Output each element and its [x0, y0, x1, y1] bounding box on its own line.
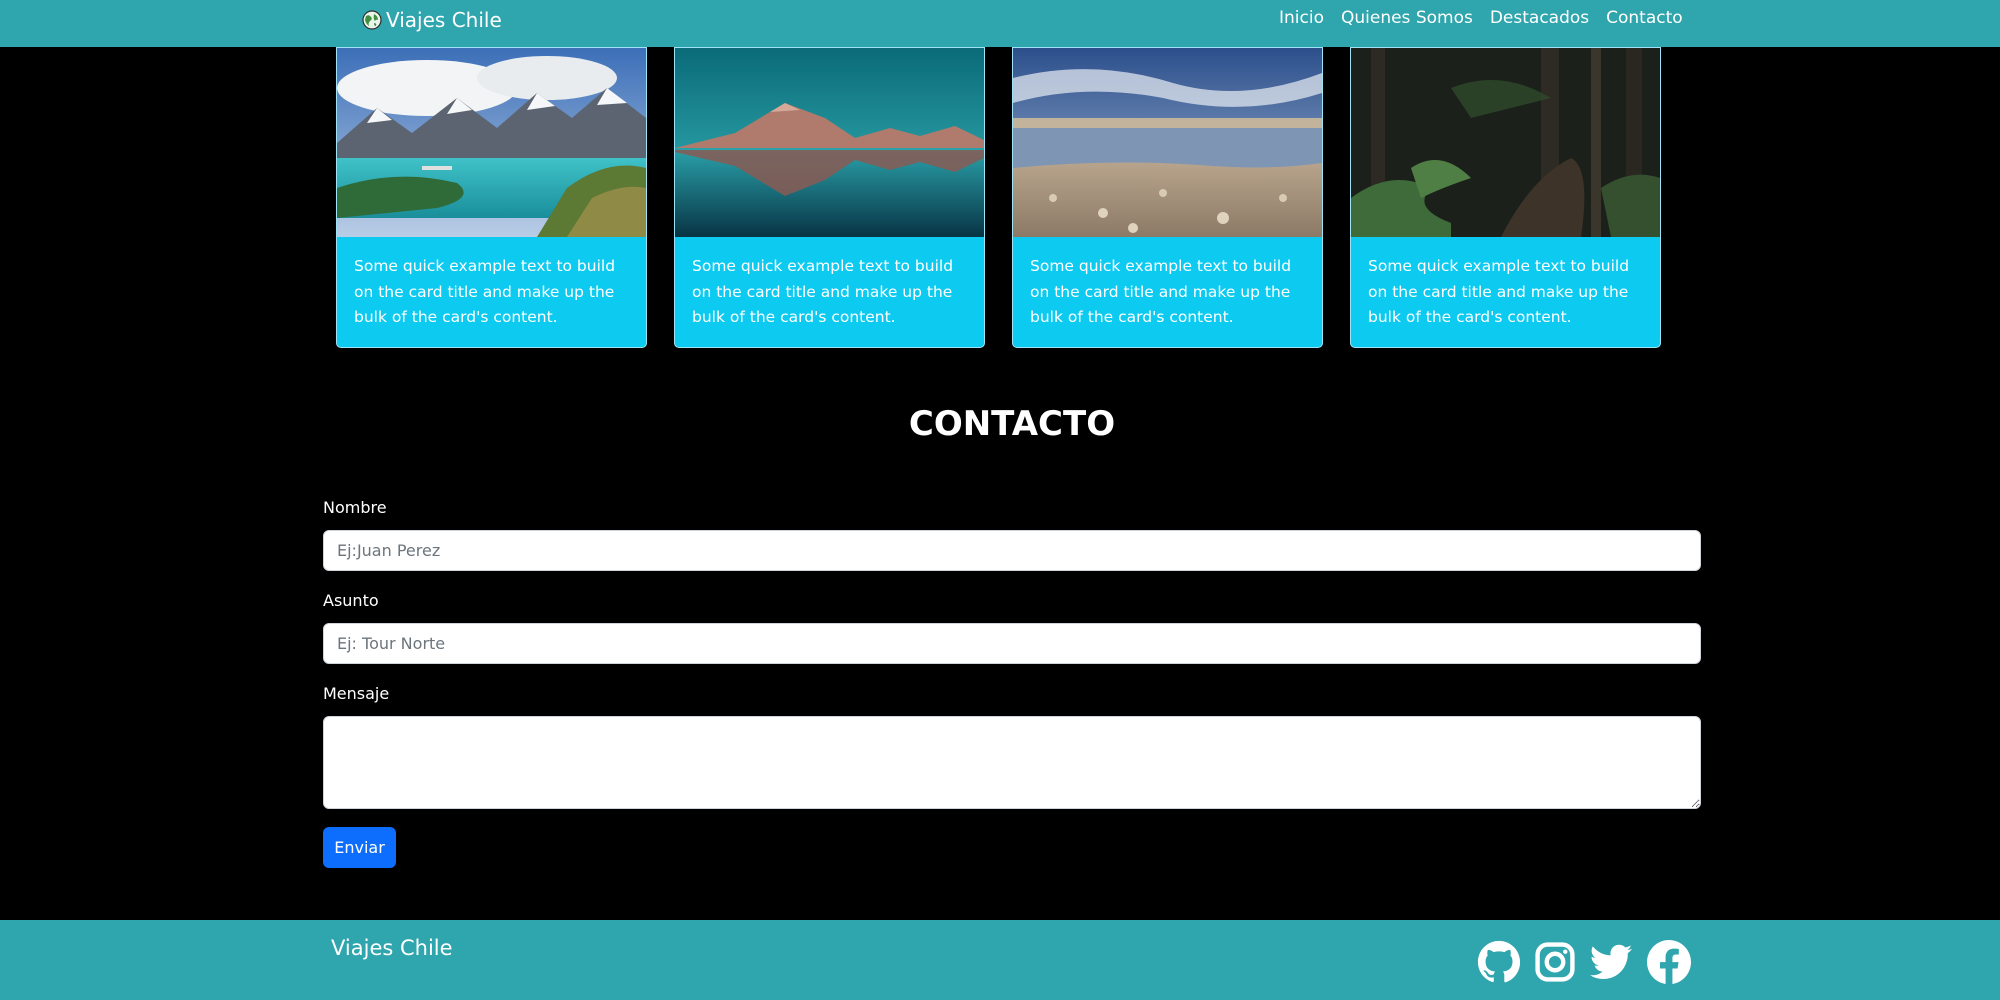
- volcano-reflection-photo: [675, 48, 984, 237]
- footer-brand: Viajes Chile: [331, 936, 453, 960]
- instagram-icon[interactable]: [1533, 940, 1577, 984]
- subject-input[interactable]: [323, 623, 1701, 664]
- nav-link-inicio[interactable]: Inicio: [1279, 6, 1324, 30]
- top-navbar: Viajes Chile Inicio Quienes Somos Destac…: [0, 0, 2000, 47]
- card-mountain-lake: Some quick example text to build on the …: [336, 47, 647, 348]
- message-label: Mensaje: [323, 684, 390, 703]
- footer: Viajes Chile: [0, 920, 2000, 1000]
- nav-link-contacto[interactable]: Contacto: [1606, 6, 1683, 30]
- brand-name: Viajes Chile: [386, 8, 502, 32]
- twitter-icon[interactable]: [1589, 940, 1633, 984]
- nav-link-destacados[interactable]: Destacados: [1490, 6, 1589, 30]
- nav-link-quienes-somos[interactable]: Quienes Somos: [1341, 6, 1473, 30]
- card-text: Some quick example text to build on the …: [692, 257, 954, 326]
- card-text: Some quick example text to build on the …: [1368, 257, 1630, 326]
- mountain-lake-photo: [337, 48, 646, 237]
- salt-flat-lagoon-photo: [1013, 48, 1322, 237]
- forest-trail-photo: [1351, 48, 1660, 237]
- message-textarea[interactable]: [323, 716, 1701, 809]
- contact-title: CONTACTO: [908, 404, 1116, 444]
- submit-button[interactable]: Enviar: [323, 827, 396, 868]
- github-icon[interactable]: [1477, 940, 1521, 984]
- name-input[interactable]: [323, 530, 1701, 571]
- name-label: Nombre: [323, 498, 387, 517]
- card-volcano-reflection: Some quick example text to build on the …: [674, 47, 985, 348]
- nav-links: Inicio Quienes Somos Destacados Contacto: [1279, 6, 1683, 30]
- card-forest-trail: Some quick example text to build on the …: [1350, 47, 1661, 348]
- card-text: Some quick example text to build on the …: [354, 257, 616, 326]
- facebook-icon[interactable]: [1647, 940, 1691, 984]
- world-globe-icon: [362, 10, 382, 30]
- card-text: Some quick example text to build on the …: [1030, 257, 1292, 326]
- brand-link[interactable]: Viajes Chile: [362, 5, 502, 35]
- subject-label: Asunto: [323, 591, 379, 610]
- card-salt-flat: Some quick example text to build on the …: [1012, 47, 1323, 348]
